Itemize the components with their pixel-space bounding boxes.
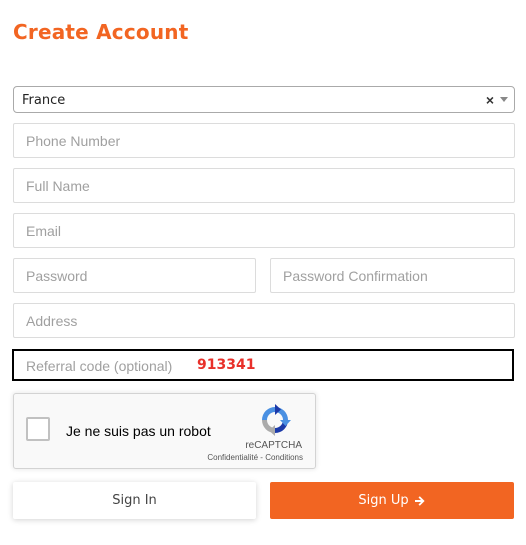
page-title: Create Account — [13, 20, 189, 44]
recaptcha-brand: reCAPTCHA — [245, 440, 302, 451]
recaptcha-label: Je ne suis pas un robot — [66, 423, 211, 439]
country-select-value: France — [22, 93, 66, 108]
phone-number-input[interactable] — [13, 123, 515, 158]
privacy-link[interactable]: Confidentialité — [207, 453, 258, 462]
recaptcha-links: Confidentialité - Conditions — [207, 453, 303, 462]
close-icon[interactable]: × — [486, 92, 494, 108]
email-input[interactable] — [13, 213, 515, 248]
password-input[interactable] — [13, 258, 256, 293]
full-name-input[interactable] — [13, 168, 515, 203]
referral-code-field[interactable]: Referral code (optional) 913341 — [12, 349, 514, 381]
recaptcha-checkbox[interactable] — [26, 417, 50, 441]
chevron-down-icon[interactable] — [500, 97, 508, 102]
sign-up-button[interactable]: Sign Up — [270, 482, 514, 519]
sign-up-label: Sign Up — [358, 493, 409, 508]
sign-in-button[interactable]: Sign In — [13, 482, 256, 519]
sign-in-label: Sign In — [112, 493, 157, 508]
referral-code-value: 913341 — [197, 357, 256, 373]
password-confirmation-input[interactable] — [270, 258, 515, 293]
country-select[interactable]: France × — [13, 86, 515, 113]
address-input[interactable] — [13, 303, 515, 338]
recaptcha-widget: Je ne suis pas un robot reCAPTCHA Confid… — [13, 393, 316, 469]
recaptcha-logo-icon — [262, 404, 291, 436]
create-account-page: Create Account France × Referral code (o… — [0, 0, 526, 545]
referral-code-placeholder: Referral code (optional) — [26, 358, 173, 374]
arrow-right-icon — [414, 495, 425, 506]
terms-link[interactable]: Conditions — [265, 453, 303, 462]
